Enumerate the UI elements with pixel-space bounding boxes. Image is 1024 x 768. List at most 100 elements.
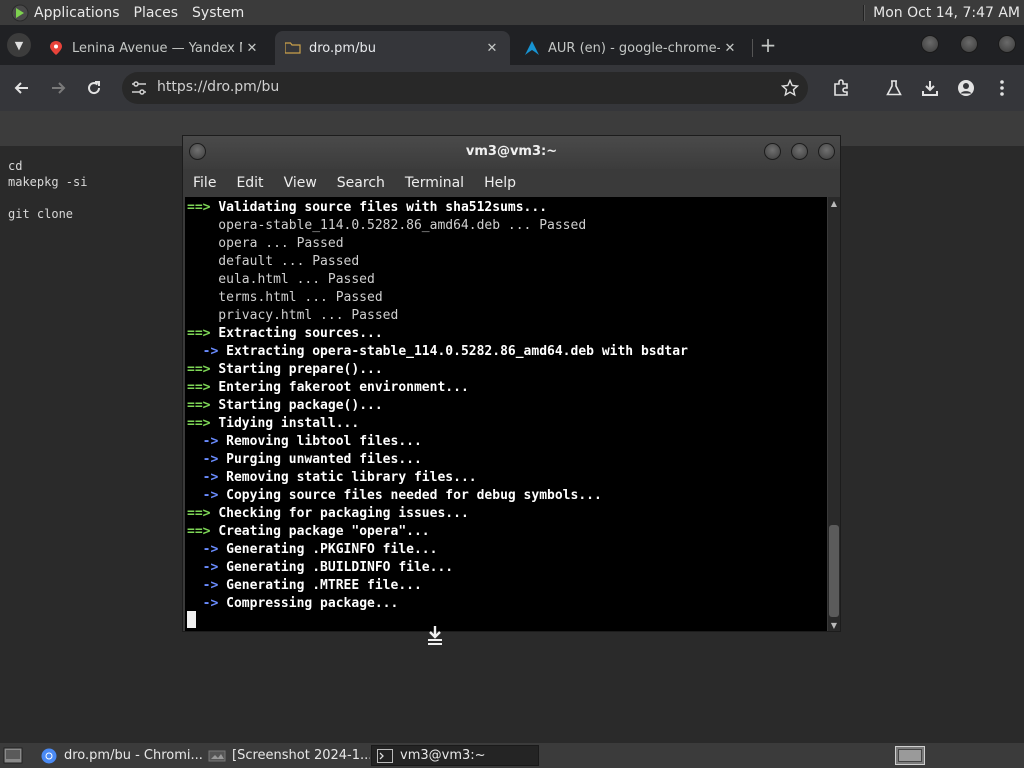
terminal-line-text: Tidying install... (218, 416, 360, 431)
terminal-output[interactable]: ==> Validating source files with sha512s… (185, 197, 827, 631)
panel-separator (863, 4, 866, 21)
terminal-line: ==> Starting prepare()... (187, 361, 688, 379)
page-line: cd (8, 159, 23, 173)
tab-search-button[interactable]: ▼ (7, 33, 31, 57)
tab-yandex-maps[interactable]: Lenina Avenue — Yandex Ma ✕ (38, 31, 270, 65)
tab-separator (752, 39, 753, 57)
menu-places[interactable]: Places (134, 5, 187, 21)
close-icon[interactable]: ✕ (242, 38, 262, 58)
terminal-line: ==> Validating source files with sha512s… (187, 199, 688, 217)
menu-search[interactable]: Search (327, 175, 395, 191)
terminal-line: eula.html ... Passed (187, 271, 688, 289)
menu-system[interactable]: System (192, 5, 252, 21)
terminal-menubar: File Edit View Search Terminal Help (183, 169, 840, 196)
terminal-line-text: Generating .BUILDINFO file... (226, 560, 454, 575)
terminal-line: ==> Extracting sources... (187, 325, 688, 343)
page-line: makepkg -si (8, 175, 88, 189)
menu-button[interactable] (990, 76, 1014, 100)
minimize-button[interactable] (764, 143, 781, 160)
reload-button[interactable] (82, 76, 106, 100)
terminal-line: ==> Checking for packaging issues... (187, 505, 688, 523)
tab-dro-pm[interactable]: dro.pm/bu ✕ (275, 31, 510, 65)
terminal-line-text: Compressing package... (226, 596, 399, 611)
download-icon (922, 81, 938, 96)
extensions-button[interactable] (829, 76, 853, 100)
chevron-down-icon: ▼ (14, 38, 24, 52)
bottom-panel: dro.pm/bu - Chromi... [Screenshot 2024-1… (0, 743, 1024, 768)
tab-aur[interactable]: AUR (en) - google-chrome-d ✕ (514, 31, 748, 65)
terminal-icon (376, 748, 394, 764)
plus-icon: + (759, 33, 777, 57)
task-chromium[interactable]: dro.pm/bu - Chromi... (36, 745, 204, 766)
close-icon[interactable]: ✕ (720, 38, 740, 58)
terminal-line-text: Generating .MTREE file... (226, 578, 422, 593)
menu-edit[interactable]: Edit (226, 175, 273, 191)
tab-title: Lenina Avenue — Yandex Ma (72, 40, 242, 56)
terminal-line: ==> Entering fakeroot environment... (187, 379, 688, 397)
minor-arrow-prefix: -> (187, 542, 219, 557)
terminal-line-text: opera ... Passed (187, 236, 344, 251)
labs-button[interactable] (882, 76, 906, 100)
arrow-right-icon (52, 82, 66, 94)
terminal-line: -> Extracting opera-stable_114.0.5282.86… (187, 343, 688, 361)
scroll-up-arrow-icon[interactable]: ▲ (828, 197, 840, 209)
terminal-line-text: Removing static library files... (226, 470, 477, 485)
new-tab-button[interactable]: + (757, 33, 779, 57)
maximize-button[interactable] (791, 143, 808, 160)
gnome-foot-icon[interactable] (9, 3, 31, 23)
screenshot-icon (208, 748, 226, 764)
person-icon (958, 80, 974, 96)
show-desktop-icon[interactable] (3, 746, 23, 765)
menu-help[interactable]: Help (474, 175, 526, 191)
profile-button[interactable] (954, 76, 978, 100)
terminal-line-text: Removing libtool files... (226, 434, 422, 449)
forward-button[interactable] (46, 76, 70, 100)
major-arrow-prefix: ==> (187, 398, 211, 413)
address-bar[interactable]: https://dro.pm/bu (122, 72, 808, 104)
minor-arrow-prefix: -> (187, 488, 219, 503)
terminal-line-text: opera-stable_114.0.5282.86_amd64.deb ...… (187, 218, 587, 233)
terminal-line: terms.html ... Passed (187, 289, 688, 307)
close-window-button[interactable] (818, 143, 835, 160)
page-line (8, 190, 87, 206)
terminal-line-text: Generating .PKGINFO file... (226, 542, 438, 557)
close-icon[interactable]: ✕ (482, 38, 502, 58)
menu-applications[interactable]: Applications (34, 5, 128, 21)
terminal-line-text: Creating package "opera"... (218, 524, 430, 539)
maximize-button[interactable] (960, 35, 978, 53)
downloads-button[interactable] (918, 76, 942, 100)
terminal-line-text: terms.html ... Passed (187, 290, 383, 305)
terminal-line-text: default ... Passed (187, 254, 360, 269)
bookmark-star-icon[interactable] (780, 78, 800, 98)
tab-title: dro.pm/bu (309, 40, 376, 56)
site-settings-icon[interactable] (130, 79, 148, 97)
terminal-line-text: Extracting opera-stable_114.0.5282.86_am… (226, 344, 688, 359)
url-text[interactable]: https://dro.pm/bu (157, 79, 279, 95)
terminal-scrollbar[interactable]: ▲ ▼ (828, 197, 840, 631)
workspace-switcher[interactable] (895, 746, 925, 765)
minor-arrow-prefix: -> (187, 434, 219, 449)
terminal-line: -> Copying source files needed for debug… (187, 487, 688, 505)
browser-toolbar: https://dro.pm/bu (0, 65, 1024, 111)
close-window-button[interactable] (998, 35, 1016, 53)
scrollbar-thumb[interactable] (829, 525, 839, 617)
back-button[interactable] (10, 76, 34, 100)
terminal-line-text: Entering fakeroot environment... (218, 380, 469, 395)
major-arrow-prefix: ==> (187, 524, 211, 539)
task-terminal[interactable]: vm3@vm3:~ (371, 745, 539, 766)
terminal-window[interactable]: vm3@vm3:~ File Edit View Search Terminal… (182, 135, 841, 632)
workspace-1[interactable] (898, 749, 922, 762)
menu-terminal[interactable]: Terminal (395, 175, 474, 191)
terminal-line: -> Generating .BUILDINFO file... (187, 559, 688, 577)
minor-arrow-prefix: -> (187, 596, 219, 611)
terminal-line: -> Generating .MTREE file... (187, 577, 688, 595)
menu-file[interactable]: File (183, 175, 226, 191)
clock[interactable]: Mon Oct 14, 7:47 AM (873, 5, 1020, 21)
task-screenshot[interactable]: [Screenshot 2024-1... (204, 745, 370, 766)
menu-view[interactable]: View (274, 175, 327, 191)
minimize-button[interactable] (921, 35, 939, 53)
minor-arrow-prefix: -> (187, 560, 219, 575)
terminal-titlebar[interactable]: vm3@vm3:~ (183, 136, 840, 169)
terminal-line: -> Compressing package... (187, 595, 688, 613)
scroll-down-arrow-icon[interactable]: ▼ (828, 619, 840, 631)
